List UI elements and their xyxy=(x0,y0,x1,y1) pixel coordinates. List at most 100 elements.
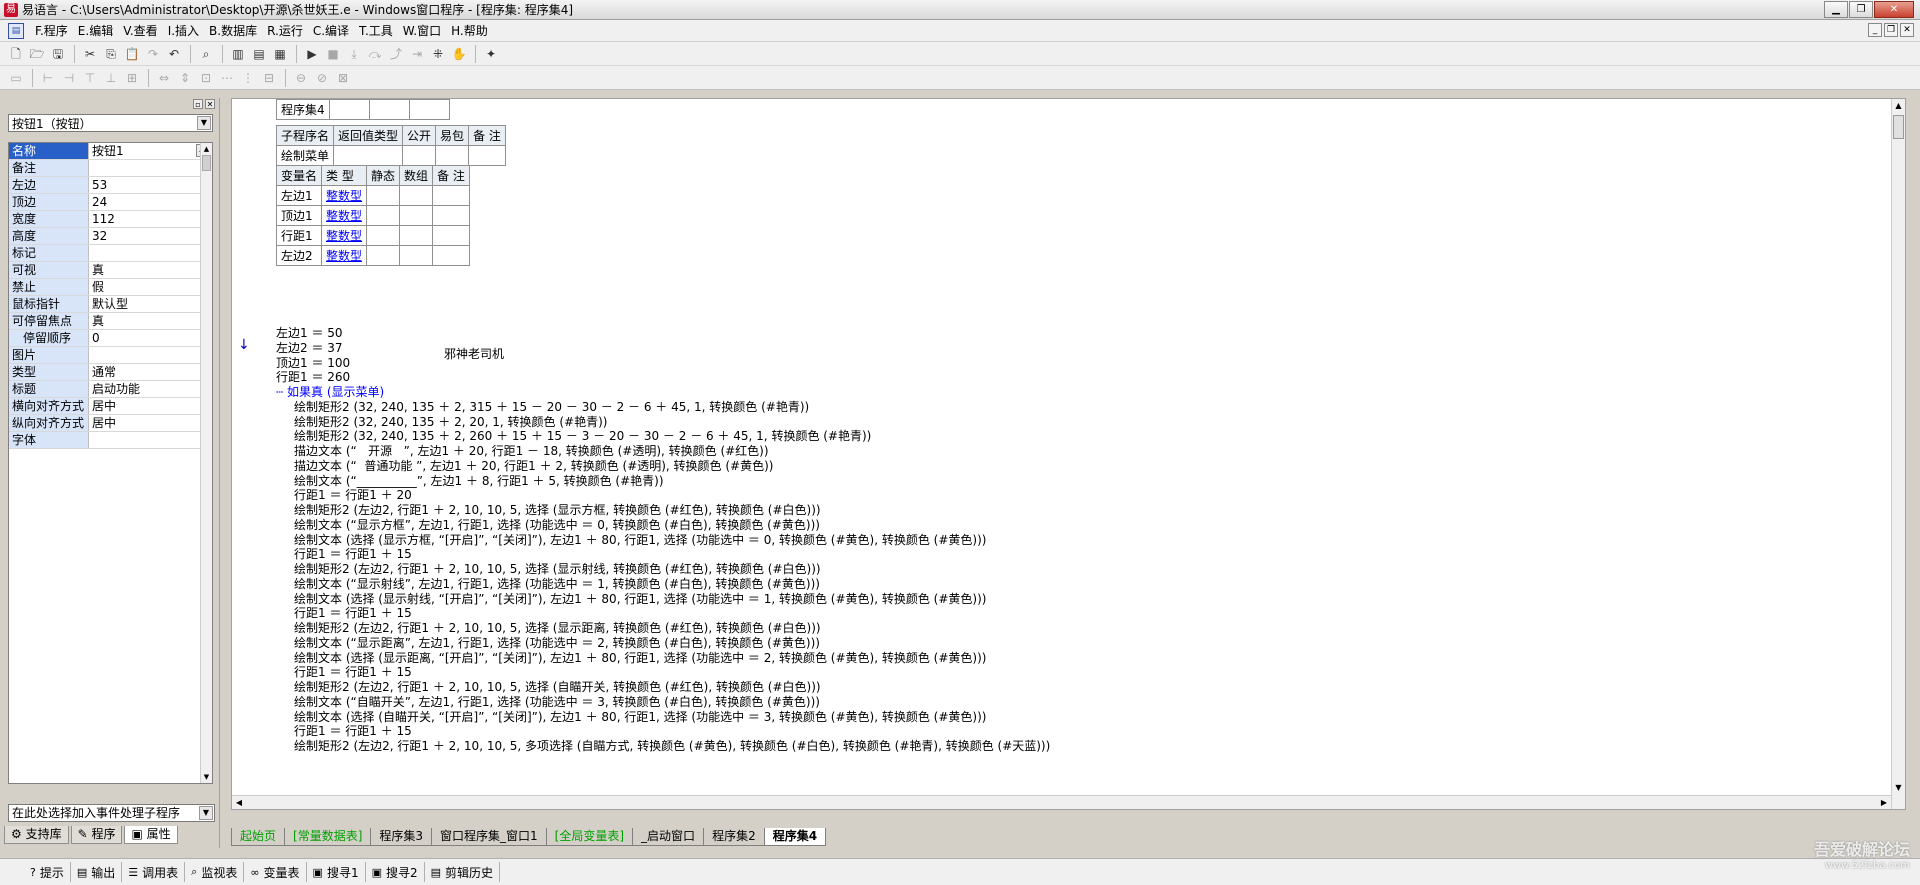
property-row[interactable]: 宽度 112 xyxy=(9,211,212,228)
property-value[interactable]: 0 xyxy=(89,330,212,346)
property-row[interactable]: 名称按钮1… xyxy=(9,143,212,160)
property-value[interactable] xyxy=(89,245,212,261)
code-line[interactable]: 绘制矩形2 (左边2, 行距1 ＋ 2, 10, 10, 5, 多项选择 (自瞄… xyxy=(294,737,1050,755)
step-over-icon[interactable]: ⤼ xyxy=(365,44,385,64)
stop-icon[interactable]: ■ xyxy=(323,44,343,64)
space-icon[interactable]: ⊟ xyxy=(259,68,279,88)
subroutine-cell[interactable] xyxy=(333,145,404,166)
center-v-icon[interactable]: ⊘ xyxy=(312,68,332,88)
same-height-icon[interactable]: ⇕ xyxy=(175,68,195,88)
scroll-down-icon[interactable]: ▼ xyxy=(1892,781,1905,795)
doc-tab[interactable]: [全局变量表] xyxy=(545,828,634,846)
variable-cell[interactable] xyxy=(399,225,434,246)
property-value[interactable]: 假 xyxy=(89,279,212,295)
tool-tab[interactable]: ▣ 搜寻1 xyxy=(307,862,366,882)
v-spacing-icon[interactable]: ⋮ xyxy=(238,68,258,88)
property-value[interactable]: 居中 xyxy=(89,415,212,431)
scroll-up-icon[interactable]: ▲ xyxy=(201,143,212,155)
property-row[interactable]: 标题 启动功能 xyxy=(9,381,212,398)
property-value[interactable]: 32 xyxy=(89,228,212,244)
tools-icon[interactable]: ✦ xyxy=(481,44,501,64)
grid-icon[interactable]: ⊠ xyxy=(333,68,353,88)
step-into-icon[interactable]: ⤓ xyxy=(344,44,364,64)
variable-cell[interactable] xyxy=(432,185,470,206)
assembly-cell[interactable]: 程序集4 xyxy=(276,99,330,120)
chevron-down-icon[interactable]: ▼ xyxy=(197,116,211,130)
property-value[interactable] xyxy=(89,160,212,176)
property-row[interactable]: 纵向对齐方式 居中 xyxy=(9,415,212,432)
form-icon[interactable]: ▭ xyxy=(6,68,26,88)
property-row[interactable]: 左边 53 xyxy=(9,177,212,194)
pin-icon[interactable]: ▫ xyxy=(193,99,203,109)
variable-cell[interactable] xyxy=(432,225,470,246)
menu-item[interactable]: T.工具 xyxy=(354,20,398,42)
property-row[interactable]: 字体 xyxy=(9,432,212,449)
property-value[interactable]: 按钮1… xyxy=(89,143,212,159)
variable-cell[interactable]: 整数型 xyxy=(321,245,368,266)
close-button[interactable]: ✕ xyxy=(1874,1,1914,18)
menu-item[interactable]: C.编译 xyxy=(308,20,354,42)
object-selector[interactable]: 按钮1（按钮） ▼ xyxy=(8,114,213,132)
variable-cell[interactable] xyxy=(366,205,401,226)
menu-item[interactable]: E.编辑 xyxy=(73,20,118,42)
variable-cell[interactable] xyxy=(366,225,401,246)
left-tab-1[interactable]: ✎ 程序 xyxy=(70,826,123,844)
maximize-button[interactable]: ❐ xyxy=(1849,1,1873,18)
variable-cell[interactable] xyxy=(399,205,434,226)
variable-cell[interactable]: 左边2 xyxy=(275,245,323,266)
toggle-breakpoint-icon[interactable]: ⁜ xyxy=(428,44,448,64)
editor-gutter[interactable] xyxy=(232,99,250,809)
doc-tab[interactable]: [常量数据表] xyxy=(284,828,372,846)
variable-cell[interactable]: 整数型 xyxy=(321,225,368,246)
menu-item[interactable]: B.数据库 xyxy=(204,20,262,42)
same-size-icon[interactable]: ⊡ xyxy=(196,68,216,88)
align-top-icon[interactable]: ⊥ xyxy=(101,68,121,88)
property-row[interactable]: 可停留焦点真 xyxy=(9,313,212,330)
h-spacing-icon[interactable]: ⋯ xyxy=(217,68,237,88)
subroutine-cell[interactable] xyxy=(435,145,470,166)
property-row[interactable]: 禁止假 xyxy=(9,279,212,296)
tool-tab[interactable]: ⌕ 监视表 xyxy=(185,862,245,882)
scroll-left-icon[interactable]: ◀ xyxy=(232,796,246,809)
mdi-close-button[interactable]: ✕ xyxy=(1900,23,1914,37)
variable-cell[interactable]: 顶边1 xyxy=(275,205,323,226)
menu-item[interactable]: V.查看 xyxy=(118,20,162,42)
variable-cell[interactable]: 行距1 xyxy=(275,225,323,246)
menu-item[interactable]: F.程序 xyxy=(30,20,73,42)
property-value[interactable]: 启动功能 xyxy=(89,381,212,397)
window-layout-1-icon[interactable]: ▥ xyxy=(228,44,248,64)
doc-tab[interactable]: _启动窗口 xyxy=(632,828,705,846)
minimize-button[interactable]: ▁ xyxy=(1824,1,1848,18)
doc-tab[interactable]: 程序集4 xyxy=(763,828,827,846)
window-layout-2-icon[interactable]: ▤ xyxy=(249,44,269,64)
subroutine-cell[interactable] xyxy=(402,145,437,166)
property-row[interactable]: 高度 32 xyxy=(9,228,212,245)
assembly-cell[interactable] xyxy=(328,99,370,120)
menu-item[interactable]: I.插入 xyxy=(163,20,204,42)
tool-tab[interactable]: ∞ 变量表 xyxy=(244,862,307,882)
property-value[interactable]: 居中 xyxy=(89,398,212,414)
scroll-right-icon[interactable]: ▶ xyxy=(1877,796,1891,809)
variable-cell[interactable]: 左边1 xyxy=(275,185,323,206)
cut-icon[interactable]: ✂ xyxy=(80,44,100,64)
redo-icon[interactable]: ↷ xyxy=(143,44,163,64)
tool-tab[interactable]: ▤ 输出 xyxy=(71,862,123,882)
property-value[interactable] xyxy=(89,432,212,448)
property-value[interactable]: 真 xyxy=(89,313,212,329)
assembly-cell[interactable] xyxy=(408,99,450,120)
doc-tab[interactable]: 程序集3 xyxy=(370,828,433,846)
left-tab-2[interactable]: ▣ 属性 xyxy=(124,826,178,844)
menu-item[interactable]: H.帮助 xyxy=(446,20,493,42)
property-value[interactable]: 通常 xyxy=(89,364,212,380)
scroll-thumb[interactable] xyxy=(202,155,211,171)
menu-item[interactable]: R.运行 xyxy=(262,20,308,42)
mdi-restore-button[interactable]: ❐ xyxy=(1884,23,1898,37)
variable-row[interactable]: 顶边1 整数型 xyxy=(275,205,470,226)
variable-row[interactable]: 行距1 整数型 xyxy=(275,225,470,246)
code-editor[interactable]: ↓ 程序集4 子程序名 返回值类型 公开 易包备 注 绘制菜单 变量名类 型静态 数组备… xyxy=(231,98,1906,810)
tool-tab[interactable]: ▤ 剪辑历史 xyxy=(425,862,501,882)
find-icon[interactable]: ⌕ xyxy=(196,44,216,64)
property-row[interactable]: 横向对齐方式 居中 xyxy=(9,398,212,415)
run-icon[interactable]: ▶ xyxy=(302,44,322,64)
same-width-icon[interactable]: ⇔ xyxy=(154,68,174,88)
